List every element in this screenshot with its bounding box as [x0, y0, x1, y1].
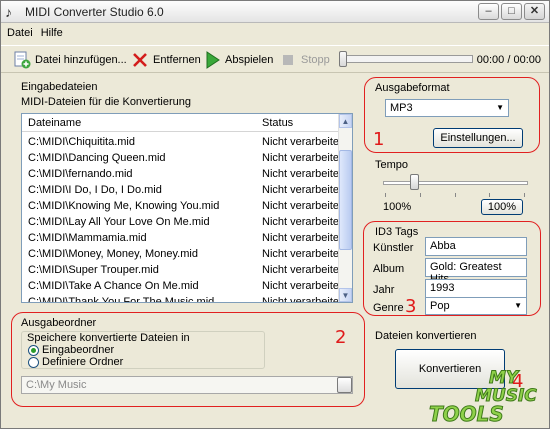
file-row[interactable]: C:\MIDI\Thank You For The Music.mid Nicht…	[22, 294, 344, 303]
title-bar[interactable]: ♪ MIDI Converter Studio 6.0 – □ ✕	[1, 1, 549, 23]
file-list[interactable]: Dateiname Status C:\MIDI\Chiquitita.mid N…	[21, 113, 353, 303]
menu-datei[interactable]: Datei	[7, 27, 33, 43]
maximize-button[interactable]: □	[501, 3, 522, 20]
remove-button[interactable]: Entfernen	[131, 51, 201, 69]
file-status: Nicht verarbeitet	[262, 136, 343, 148]
file-row[interactable]: C:\MIDI\I Do, I Do, I Do.mid Nicht verarb…	[22, 182, 344, 198]
file-status: Nicht verarbeitet	[262, 280, 343, 292]
file-name: C:\MIDI\Money, Money, Money.mid	[28, 248, 198, 260]
annotation-number-1: 1	[373, 129, 385, 150]
file-row[interactable]: C:\MIDI\Chiquitita.mid Nicht verarbeitet	[22, 134, 344, 150]
scroll-down-arrow[interactable]: ▼	[339, 288, 352, 302]
menu-bar: Datei Hilfe	[1, 24, 549, 43]
convert-title: Dateien konvertieren	[375, 330, 477, 342]
file-status: Nicht verarbeitet	[262, 184, 343, 196]
logo-line-3: TOOLS	[429, 402, 504, 426]
time-display: 00:00 / 00:00	[476, 54, 541, 66]
close-button[interactable]: ✕	[524, 3, 545, 20]
scroll-thumb[interactable]	[339, 150, 352, 250]
column-filename[interactable]: Dateiname	[28, 117, 81, 129]
file-rows: C:\MIDI\Chiquitita.mid Nicht verarbeitet C…	[22, 134, 344, 303]
stop-button[interactable]: Stopp	[279, 51, 330, 69]
stop-icon	[283, 55, 293, 65]
file-name: C:\MIDI\Thank You For The Music.mid	[28, 296, 215, 303]
file-row[interactable]: C:\MIDI\Money, Money, Money.mid Nicht ver…	[22, 246, 344, 262]
remove-label: Entfernen	[153, 54, 201, 66]
main-window: ♪ MIDI Converter Studio 6.0 – □ ✕ Datei …	[0, 0, 550, 429]
tempo-reset-button[interactable]: 100%	[481, 199, 523, 215]
seek-thumb[interactable]	[339, 51, 347, 67]
file-status: Nicht verarbeitet	[262, 168, 343, 180]
tempo-ticks	[385, 193, 525, 197]
file-row[interactable]: C:\MIDI\Take A Chance On Me.mid Nicht ver…	[22, 278, 344, 294]
file-name: C:\MIDI\fernando.mid	[28, 168, 133, 180]
window-controls: – □ ✕	[478, 3, 545, 20]
input-files-title: Eingabedateien	[21, 81, 98, 93]
annotation-oval-1	[364, 77, 540, 153]
add-file-icon	[14, 51, 31, 69]
scroll-up-arrow[interactable]: ▲	[339, 114, 352, 128]
logo-line-1: MY	[489, 368, 520, 388]
file-list-header: Dateiname Status	[22, 114, 344, 132]
annotation-number-2: 2	[335, 327, 347, 348]
toolbar: Datei hinzufügen... Entfernen Abspielen …	[1, 45, 549, 73]
file-status: Nicht verarbeitet	[262, 248, 343, 260]
play-button[interactable]: Abspielen	[203, 51, 273, 69]
file-status: Nicht verarbeitet	[262, 264, 343, 276]
annotation-oval-2	[11, 312, 365, 407]
tempo-value: 100%	[383, 201, 412, 213]
file-name: C:\MIDI\Super Trouper.mid	[28, 264, 159, 276]
file-row[interactable]: C:\MIDI\Dancing Queen.mid Nicht verarbeit…	[22, 150, 344, 166]
file-row[interactable]: C:\MIDI\Knowing Me, Knowing You.mid Nicht…	[22, 198, 344, 214]
remove-icon	[133, 53, 147, 67]
file-status: Nicht verarbeitet	[262, 216, 343, 228]
play-label: Abspielen	[225, 54, 274, 66]
file-name: C:\MIDI\Lay All Your Love On Me.mid	[28, 216, 210, 228]
window-title: MIDI Converter Studio 6.0	[25, 5, 164, 19]
file-name: C:\MIDI\Mammamia.mid	[28, 232, 147, 244]
file-row[interactable]: C:\MIDI\fernando.mid Nicht verarbeitet	[22, 166, 344, 182]
annotation-oval-3	[363, 221, 541, 316]
annotation-number-3: 3	[405, 296, 417, 317]
minimize-button[interactable]: –	[478, 3, 499, 20]
file-row[interactable]: C:\MIDI\Super Trouper.mid Nicht verarbeit…	[22, 262, 344, 278]
file-row[interactable]: C:\MIDI\Mammamia.mid Nicht verarbeitet	[22, 230, 344, 246]
play-icon	[206, 51, 220, 69]
file-status: Nicht verarbeitet	[262, 152, 343, 164]
stop-label: Stopp	[301, 54, 330, 66]
file-row[interactable]: C:\MIDI\Lay All Your Love On Me.mid Nicht…	[22, 214, 344, 230]
my-music-tools-logo: MY MUSIC TOOLS	[429, 368, 538, 427]
tempo-slider-track[interactable]	[383, 181, 528, 185]
menu-hilfe[interactable]: Hilfe	[41, 27, 63, 43]
file-name: C:\MIDI\Chiquitita.mid	[28, 136, 135, 148]
column-status[interactable]: Status	[262, 117, 293, 129]
file-name: C:\MIDI\Take A Chance On Me.mid	[28, 280, 199, 292]
input-files-subtitle: MIDI-Dateien für die Konvertierung	[21, 96, 191, 108]
file-name: C:\MIDI\Dancing Queen.mid	[28, 152, 166, 164]
add-files-label: Datei hinzufügen...	[35, 54, 127, 66]
file-status: Nicht verarbeitet	[262, 296, 343, 303]
file-list-scrollbar[interactable]: ▲ ▼	[338, 114, 352, 302]
music-note-icon: ♪	[5, 4, 12, 20]
seek-bar[interactable]	[339, 51, 473, 67]
file-status: Nicht verarbeitet	[262, 232, 343, 244]
file-name: C:\MIDI\Knowing Me, Knowing You.mid	[28, 200, 220, 212]
tempo-slider-thumb[interactable]	[410, 174, 420, 190]
file-status: Nicht verarbeitet	[262, 200, 343, 212]
tempo-title: Tempo	[375, 159, 409, 171]
file-name: C:\MIDI\I Do, I Do, I Do.mid	[28, 184, 162, 196]
add-files-button[interactable]: Datei hinzufügen...	[13, 51, 127, 69]
